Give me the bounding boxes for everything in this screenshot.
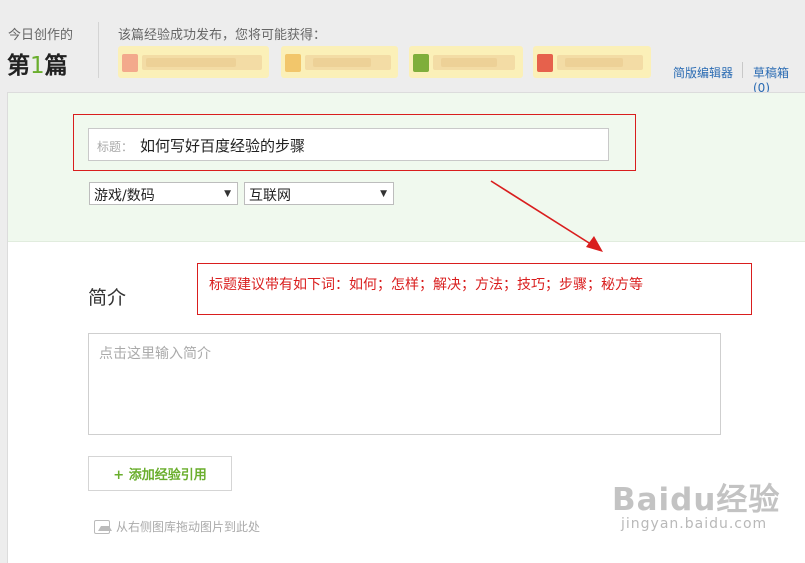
arrow-head: [586, 236, 603, 252]
watermark: Baidu经验 jingyan.baidu.com: [612, 474, 781, 532]
watermark-url: jingyan.baidu.com: [621, 516, 768, 532]
arrow-line: [490, 180, 598, 249]
watermark-logo: Baidu经验: [612, 482, 781, 518]
